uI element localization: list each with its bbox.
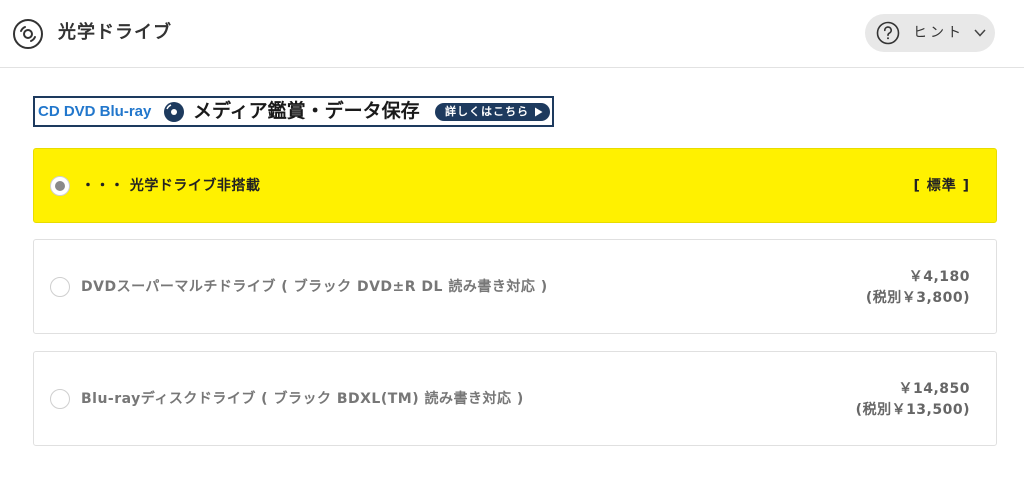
option-label: Blu-rayディスクドライブ ( ブラック BDXL(TM) 読み書き対応 ) — [81, 391, 524, 407]
page-header: 光学ドライブ ヒント — [0, 0, 1024, 68]
option-price: ￥14,850 (税別￥13,500) — [856, 379, 970, 421]
option-price: ￥4,180 (税別￥3,800) — [866, 267, 970, 309]
radio-selected-dot — [55, 181, 65, 191]
page-title: 光学ドライブ — [58, 22, 172, 43]
option-no-drive[interactable]: ・・・ 光学ドライブ非搭載 [ 標準 ] — [33, 148, 997, 223]
price-excl-tax: (税別￥13,500) — [855, 402, 970, 418]
hint-button[interactable]: ヒント — [865, 14, 995, 52]
banner-brand: CD DVD Blu-ray — [38, 103, 152, 120]
radio-button[interactable] — [50, 176, 70, 196]
play-arrow-icon — [535, 107, 543, 117]
hint-label: ヒント — [913, 25, 964, 41]
price-incl-tax: ￥14,850 — [898, 381, 970, 397]
chevron-down-icon — [974, 29, 986, 37]
price-incl-tax: ￥4,180 — [908, 269, 970, 285]
disc-icon — [13, 19, 43, 49]
banner-headline: メディア鑑賞・データ保存 — [193, 100, 420, 122]
media-banner[interactable]: CD DVD Blu-ray メディア鑑賞・データ保存 詳しくはこちら — [33, 96, 554, 127]
option-label: ・・・ 光学ドライブ非搭載 — [81, 178, 261, 194]
banner-cta-button[interactable]: 詳しくはこちら — [435, 103, 550, 121]
option-label: DVDスーパーマルチドライブ ( ブラック DVD±R DL 読み書き対応 ) — [81, 279, 548, 295]
option-bluray-drive[interactable]: Blu-rayディスクドライブ ( ブラック BDXL(TM) 読み書き対応 )… — [33, 351, 997, 446]
question-circle-icon — [876, 21, 900, 45]
radio-button[interactable] — [50, 277, 70, 297]
radio-button[interactable] — [50, 389, 70, 409]
standard-tag: [ 標準 ] — [913, 178, 970, 194]
banner-cta-label: 詳しくはこちら — [445, 105, 529, 118]
price-excl-tax: (税別￥3,800) — [865, 290, 970, 306]
disc-icon — [164, 102, 184, 122]
option-dvd-super-multi[interactable]: DVDスーパーマルチドライブ ( ブラック DVD±R DL 読み書き対応 ) … — [33, 239, 997, 334]
